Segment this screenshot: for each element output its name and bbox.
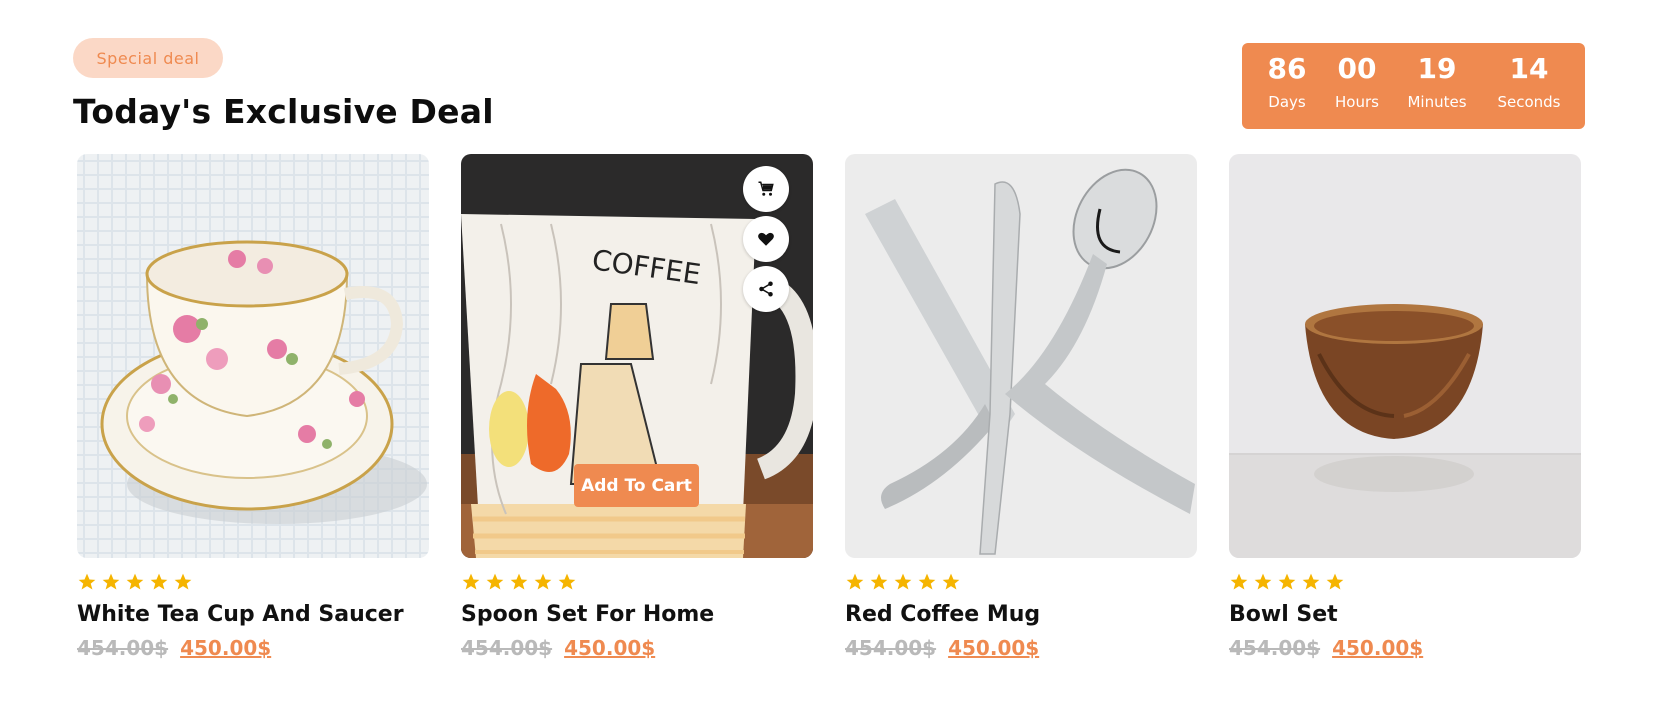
star-icon	[558, 573, 576, 590]
star-icon	[1254, 573, 1272, 590]
product-rating	[845, 572, 961, 594]
product-prices: 454.00$ 450.00$	[461, 636, 655, 660]
sale-price: 450.00$	[948, 636, 1040, 660]
star-icon	[1278, 573, 1296, 590]
old-price: 454.00$	[1229, 636, 1321, 660]
product-prices: 454.00$ 450.00$	[77, 636, 271, 660]
add-to-cart-icon-button[interactable]	[743, 166, 789, 212]
star-icon	[78, 573, 96, 590]
star-icon	[150, 573, 168, 590]
product-name[interactable]: White Tea Cup And Saucer	[77, 602, 404, 627]
product-rating	[77, 572, 193, 594]
product-card[interactable]: White Tea Cup And Saucer 454.00$ 450.00$	[77, 0, 429, 660]
star-icon	[942, 573, 960, 590]
heart-icon	[758, 232, 774, 246]
star-icon	[1230, 573, 1248, 590]
star-icon	[870, 573, 888, 590]
star-icon	[1326, 573, 1344, 590]
star-icon	[894, 573, 912, 590]
star-icon	[126, 573, 144, 590]
wishlist-button[interactable]	[743, 216, 789, 262]
product-image-coffee-mug[interactable]: COFFEE Add To Cart	[461, 154, 813, 558]
product-prices: 454.00$ 450.00$	[1229, 636, 1423, 660]
product-rating	[1229, 572, 1345, 594]
cart-icon	[758, 181, 774, 196]
sale-price: 450.00$	[564, 636, 656, 660]
sale-price: 450.00$	[180, 636, 272, 660]
product-card[interactable]: Bowl Set 454.00$ 450.00$	[1229, 0, 1581, 660]
star-icon	[486, 573, 504, 590]
product-image-bowl[interactable]	[1229, 154, 1581, 558]
product-prices: 454.00$ 450.00$	[845, 636, 1039, 660]
product-name[interactable]: Red Coffee Mug	[845, 602, 1040, 627]
star-icon	[534, 573, 552, 590]
star-icon	[174, 573, 192, 590]
product-name[interactable]: Bowl Set	[1229, 602, 1338, 627]
star-icon	[918, 573, 936, 590]
star-icon	[510, 573, 528, 590]
product-image-tea-cup[interactable]	[77, 154, 429, 558]
star-icon	[1302, 573, 1320, 590]
star-icon	[846, 573, 864, 590]
old-price: 454.00$	[77, 636, 169, 660]
product-rating	[461, 572, 577, 594]
product-image-cutlery[interactable]	[845, 154, 1197, 558]
sale-price: 450.00$	[1332, 636, 1424, 660]
add-to-cart-button[interactable]: Add To Cart	[574, 464, 699, 507]
product-name[interactable]: Spoon Set For Home	[461, 602, 714, 627]
star-icon	[462, 573, 480, 590]
old-price: 454.00$	[845, 636, 937, 660]
product-card[interactable]: Red Coffee Mug 454.00$ 450.00$	[845, 0, 1197, 660]
share-button[interactable]	[743, 266, 789, 312]
old-price: 454.00$	[461, 636, 553, 660]
star-icon	[102, 573, 120, 590]
share-icon	[759, 281, 773, 297]
product-card[interactable]: COFFEE Add To Cart Spoon Set For Home 45…	[461, 0, 813, 660]
